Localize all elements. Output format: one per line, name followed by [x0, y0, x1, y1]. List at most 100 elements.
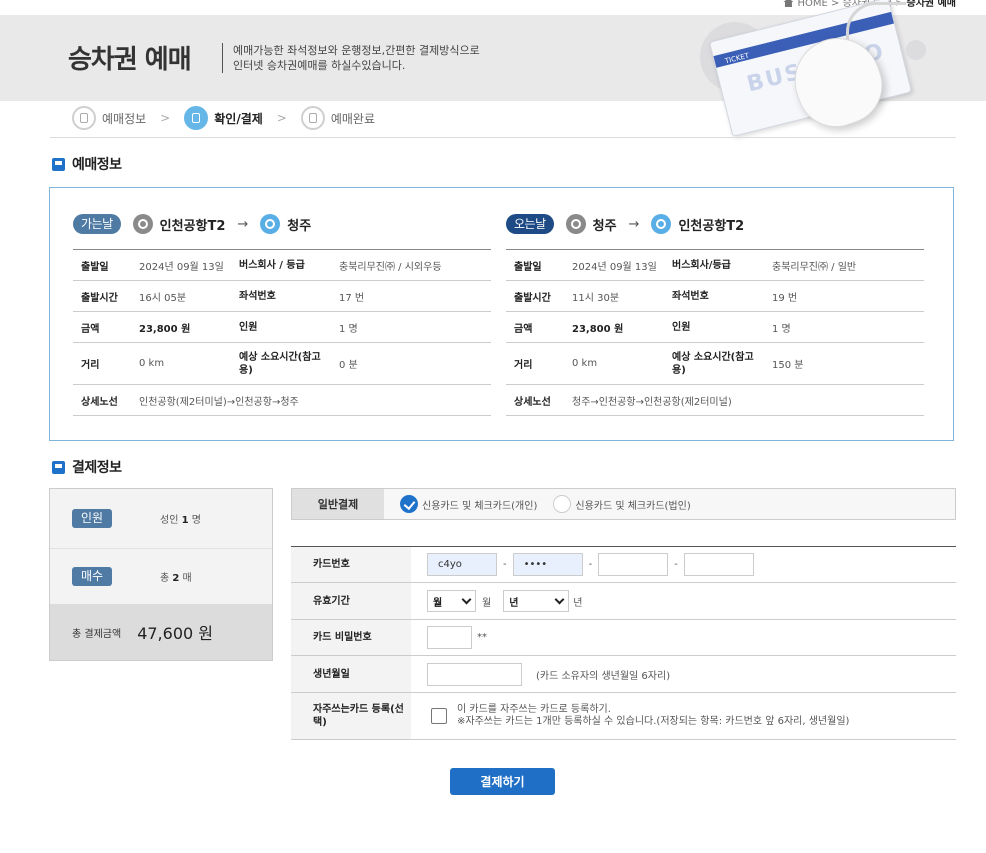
value-company: 충북리무진㈜ / 일반 — [764, 249, 924, 281]
card-sep: - — [674, 559, 678, 570]
arrival-terminal: 청주 — [287, 218, 312, 234]
card-number-row: 카드번호 c4yo - •••• - - — [291, 547, 956, 583]
card-pin-input[interactable] — [427, 626, 472, 649]
value-company: 충북리무진㈜ / 시외우등 — [331, 249, 491, 281]
step-arrow-icon: > — [276, 111, 287, 125]
bus-icon — [52, 460, 65, 474]
radio-unchecked-icon[interactable] — [553, 495, 572, 513]
step-icon — [184, 106, 209, 130]
label-people: 인원 — [235, 311, 331, 343]
location-pin-icon — [651, 214, 672, 234]
people-value: 성인 1 명 — [160, 511, 201, 526]
reservation-box: 가는날 인천공항T2 → 청주 출발일 2024년 09월 13일 버스회사 /… — [49, 187, 954, 441]
outbound-leg: 가는날 인천공항T2 → 청주 출발일 2024년 09월 13일 버스회사 /… — [73, 213, 491, 416]
expiry-month-select[interactable]: 월 — [427, 590, 476, 612]
birth-label: 생년월일 — [291, 656, 411, 692]
card-payment-form: 카드번호 c4yo - •••• - - 유효기간 월 월 년 년 카드 비밀번… — [291, 546, 956, 740]
favorite-card-label: 자주쓰는카드 등록(선택) — [291, 693, 411, 739]
favorite-card-text: 이 카드를 자주쓰는 카드로 등록하기. — [457, 704, 611, 715]
people-badge: 인원 — [72, 509, 112, 528]
value-price: 23,800 원 — [139, 323, 191, 335]
step-icon — [72, 106, 96, 130]
label-price: 금액 — [506, 311, 564, 343]
people-type: 성인 — [160, 515, 179, 526]
card-number-input-1[interactable]: c4yo — [427, 553, 497, 576]
ticket-count: 2 — [172, 573, 180, 584]
pay-button[interactable]: 결제하기 — [450, 768, 555, 795]
value-price: 23,800 원 — [572, 323, 624, 335]
radio-corporate-card[interactable]: 신용카드 및 체크카드(법인) — [553, 495, 691, 513]
label-company: 버스회사 / 등급 — [235, 249, 331, 281]
card-pin-label: 카드 비밀번호 — [291, 620, 411, 655]
bus-icon — [52, 157, 65, 171]
section-title-text: 예매정보 — [72, 157, 122, 173]
tab-general-payment[interactable]: 일반결제 — [292, 489, 384, 519]
deco-circle — [906, 40, 926, 60]
card-sep: - — [588, 559, 593, 570]
value-distance: 0 km — [131, 342, 235, 385]
label-date: 출발일 — [506, 249, 564, 281]
label-route: 상세노선 — [506, 384, 564, 416]
value-date: 2024년 09월 13일 — [564, 249, 668, 281]
step-label: 예매완료 — [330, 111, 376, 126]
label-price: 금액 — [73, 311, 131, 343]
step-icon — [300, 106, 325, 130]
value-time: 16시 05분 — [131, 280, 235, 312]
favorite-card-checkbox[interactable] — [431, 708, 447, 724]
value-seat: 17 번 — [331, 280, 491, 312]
value-route: 인천공항(제2터미널)→인천공항→청주 — [131, 384, 491, 416]
radio-checked-icon[interactable] — [400, 495, 418, 513]
value-time: 11시 30분 — [564, 280, 668, 312]
desc-line: 인터넷 승차권예매를 하실수있습니다. — [233, 59, 406, 72]
step-reservation-info: 예매정보 — [72, 106, 146, 130]
radio-label: 신용카드 및 체크카드(개인) — [422, 500, 538, 512]
page-description: 예매가능한 좌석정보와 운행정보,간편한 결제방식으로 인터넷 승차권예매를 하… — [233, 43, 523, 73]
divider — [50, 137, 956, 138]
birth-hint: (카드 소유자의 생년월일 6자리) — [536, 670, 671, 682]
step-confirm-payment: 확인/결제 — [184, 106, 263, 130]
ticket-stripe-text: TICKET — [724, 51, 750, 66]
card-number-input-4[interactable] — [683, 553, 754, 576]
value-distance: 0 km — [564, 342, 668, 385]
birth-input[interactable] — [427, 662, 522, 686]
label-seat: 좌석번호 — [235, 280, 331, 312]
chevron-down-icon — [554, 594, 565, 604]
departure-terminal: 청주 — [592, 218, 617, 234]
location-pin-icon — [132, 214, 153, 234]
label-time: 출발시간 — [73, 280, 131, 312]
title-divider — [222, 43, 223, 73]
return-badge: 오는날 — [506, 214, 554, 234]
arrow-right-icon: → — [628, 216, 640, 232]
label-date: 출발일 — [73, 249, 131, 281]
expiry-label: 유효기간 — [291, 583, 411, 619]
value-seat: 19 번 — [764, 280, 924, 312]
step-arrow-icon: > — [160, 111, 171, 125]
value-duration: 0 분 — [331, 342, 491, 385]
radio-personal-card[interactable]: 신용카드 및 체크카드(개인) — [400, 495, 537, 513]
payment-type-bar: 일반결제 신용카드 및 체크카드(개인) 신용카드 및 체크카드(법인) — [291, 488, 956, 520]
ticket-count-unit: 매 — [182, 573, 192, 584]
return-info-table: 출발일 2024년 09월 13일 버스회사/등급 충북리무진㈜ / 일반 출발… — [506, 249, 924, 416]
departure-terminal: 인천공항T2 — [159, 218, 226, 234]
outbound-info-table: 출발일 2024년 09월 13일 버스회사 / 등급 충북리무진㈜ / 시외우… — [73, 249, 491, 416]
card-pin-row: 카드 비밀번호 ** — [291, 620, 956, 656]
label-people: 인원 — [668, 311, 764, 343]
ticket-count-badge: 매수 — [72, 567, 112, 586]
outbound-badge: 가는날 — [73, 214, 121, 234]
value-route: 청주→인천공항→인천공항(제2터미널) — [564, 384, 924, 416]
card-number-input-2[interactable]: •••• — [512, 553, 583, 576]
card-sep: - — [503, 559, 507, 570]
desc-line: 예매가능한 좌석정보와 운행정보,간편한 결제방식으로 — [233, 44, 480, 57]
label-duration: 예상 소요시간(참고용) — [235, 342, 331, 385]
pin-suffix: ** — [477, 632, 487, 643]
step-label: 예매정보 — [102, 111, 147, 126]
ticket-count-prefix: 총 — [160, 573, 170, 584]
expiry-row: 유효기간 월 월 년 년 — [291, 583, 956, 620]
card-number-input-3[interactable] — [598, 553, 669, 576]
radio-label: 신용카드 및 체크카드(법인) — [575, 500, 691, 512]
step-label: 확인/결제 — [214, 111, 263, 126]
month-selected: 월 — [433, 597, 443, 609]
ticket-illustration: TICKET BUS TAGO — [700, 0, 930, 139]
expiry-year-select[interactable]: 년 — [503, 590, 570, 612]
value-date: 2024년 09월 13일 — [131, 249, 235, 281]
